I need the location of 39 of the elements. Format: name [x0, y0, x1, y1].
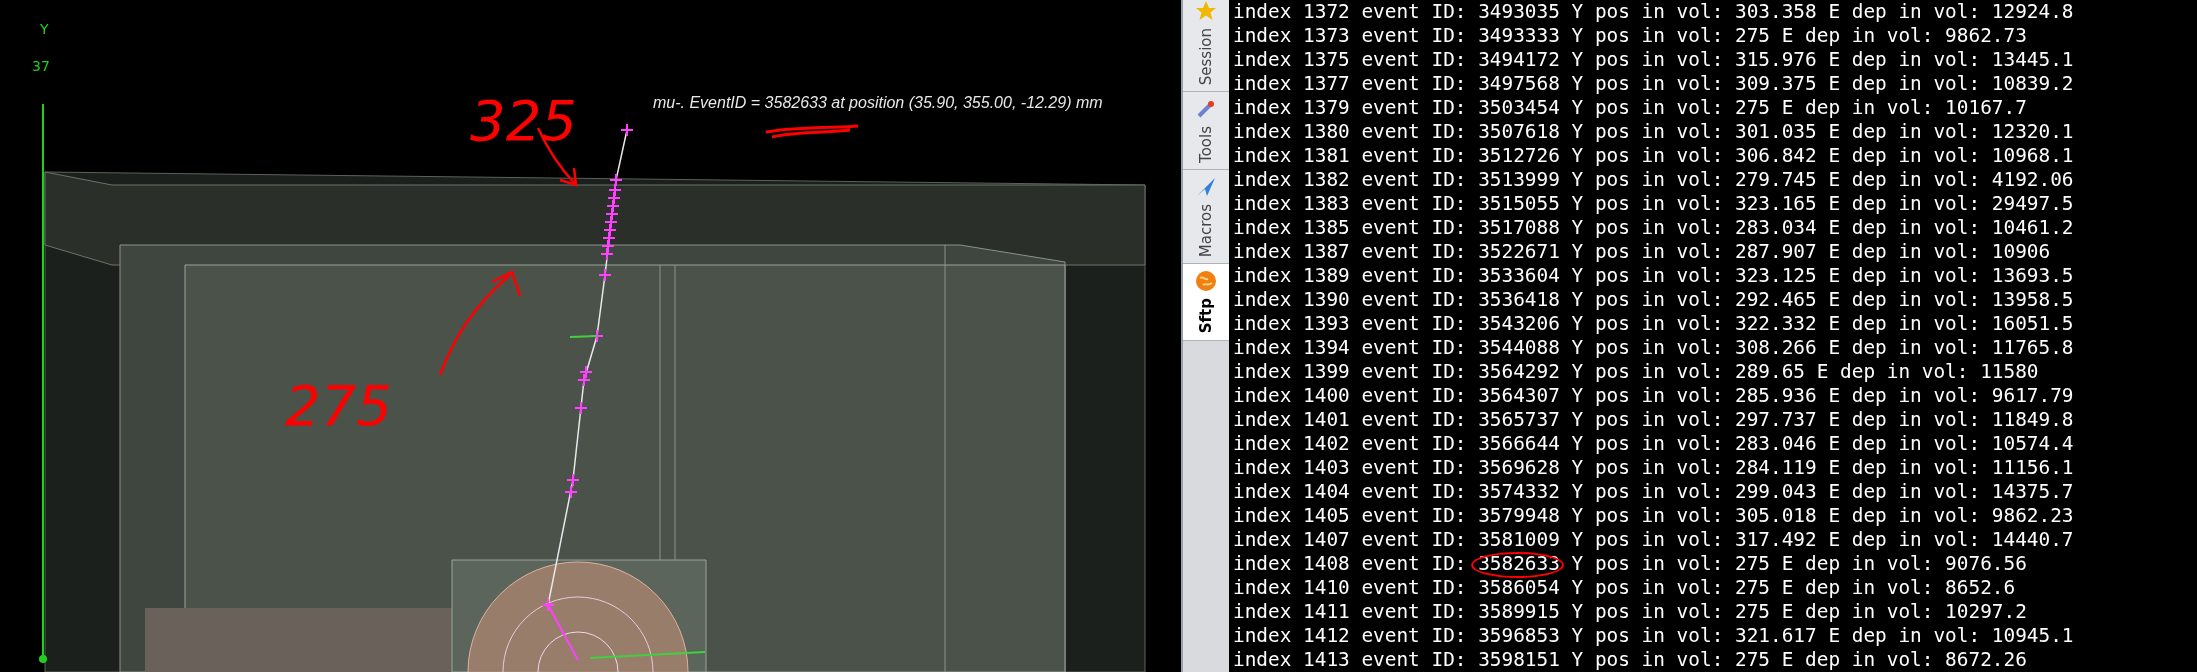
- globe-icon: [1195, 270, 1217, 293]
- terminal-line: index 1373 event ID: 3493333 Y pos in vol: 275 E dep in vol: 9862.73: [1233, 24, 2027, 47]
- side-tab[interactable]: Tools: [1183, 92, 1229, 171]
- event-caption: mu-. EventID = 3582633 at position (35.90, 355.00, -12.29) mm: [653, 94, 1103, 111]
- terminal-line: index 1411 event ID: 3589915 Y pos in vol: 275 E dep in vol: 10297.2: [1233, 600, 2027, 623]
- terminal-line: index 1401 event ID: 3565737 Y pos in vol: 297.737 E dep in vol: 11849.8: [1233, 408, 2074, 431]
- star-icon: [1195, 0, 1217, 22]
- terminal-line: index 1400 event ID: 3564307 Y pos in vol: 285.936 E dep in vol: 9617.79: [1233, 384, 2074, 407]
- terminal-line: index 1405 event ID: 3579948 Y pos in vol: 305.018 E dep in vol: 9862.23: [1233, 504, 2074, 527]
- side-tab[interactable]: Session: [1183, 0, 1229, 93]
- terminal-line: index 1381 event ID: 3512726 Y pos in vol: 306.842 E dep in vol: 10968.1: [1233, 144, 2074, 167]
- terminal-line: index 1403 event ID: 3569628 Y pos in vol: 284.119 E dep in vol: 11156.1: [1233, 456, 2074, 479]
- terminal-line: index 1404 event ID: 3574332 Y pos in vol: 299.043 E dep in vol: 14375.7: [1233, 480, 2074, 503]
- terminal-line: index 1408 event ID: 3582633 Y pos in vol: 275 E dep in vol: 9076.56: [1233, 552, 2027, 575]
- terminal-line: index 1410 event ID: 3586054 Y pos in vol: 275 E dep in vol: 8652.6: [1233, 576, 2016, 599]
- terminal-line: index 1389 event ID: 3533604 Y pos in vol: 323.125 E dep in vol: 13693.5: [1233, 264, 2074, 287]
- terminal-line: index 1380 event ID: 3507618 Y pos in vol: 301.035 E dep in vol: 12320.1: [1233, 120, 2074, 143]
- terminal-line: index 1399 event ID: 3564292 Y pos in vol: 289.65 E dep in vol: 11580: [1233, 360, 2039, 383]
- side-tab[interactable]: Sftp: [1183, 264, 1229, 341]
- terminal-line: index 1377 event ID: 3497568 Y pos in vol: 309.375 E dep in vol: 10839.2: [1233, 72, 2074, 95]
- terminal-line: index 1402 event ID: 3566644 Y pos in vol: 283.046 E dep in vol: 10574.4: [1233, 432, 2074, 455]
- axis-value: 37: [32, 58, 50, 74]
- terminal-line: index 1413 event ID: 3598151 Y pos in vol: 275 E dep in vol: 8672.26: [1233, 648, 2027, 671]
- terminal-line: index 1375 event ID: 3494172 Y pos in vol: 315.976 E dep in vol: 13445.1: [1233, 48, 2074, 71]
- terminal-line: index 1379 event ID: 3503454 Y pos in vol: 275 E dep in vol: 10167.7: [1233, 96, 2027, 119]
- terminal-line: index 1412 event ID: 3596853 Y pos in vol: 321.617 E dep in vol: 10945.1: [1233, 624, 2074, 647]
- terminal-line: index 1390 event ID: 3536418 Y pos in vol: 292.465 E dep in vol: 13958.5: [1233, 288, 2074, 311]
- terminal-line: index 1387 event ID: 3522671 Y pos in vol: 287.907 E dep in vol: 10906: [1233, 240, 2051, 263]
- terminal-line: index 1372 event ID: 3493035 Y pos in vol: 303.358 E dep in vol: 12924.8: [1233, 0, 2074, 23]
- handwritten-note: 325: [470, 88, 577, 153]
- terminal-line: index 1385 event ID: 3517088 Y pos in vol: 283.034 E dep in vol: 10461.2: [1233, 216, 2074, 239]
- terminal-line: index 1382 event ID: 3513999 Y pos in vol: 279.745 E dep in vol: 4192.06: [1233, 168, 2074, 191]
- axis-label: Y: [40, 21, 49, 37]
- terminal-line: index 1407 event ID: 3581009 Y pos in vol: 317.492 E dep in vol: 14440.7: [1233, 528, 2074, 551]
- terminal-line: index 1394 event ID: 3544088 Y pos in vol: 308.266 E dep in vol: 11765.8: [1233, 336, 2074, 359]
- terminal-line: index 1383 event ID: 3515055 Y pos in vol: 323.165 E dep in vol: 29497.5: [1233, 192, 2074, 215]
- handwritten-note: 275: [285, 373, 392, 438]
- side-tab[interactable]: Macros: [1183, 170, 1229, 265]
- terminal-line: index 1393 event ID: 3543206 Y pos in vol: 322.332 E dep in vol: 16051.5: [1233, 312, 2074, 335]
